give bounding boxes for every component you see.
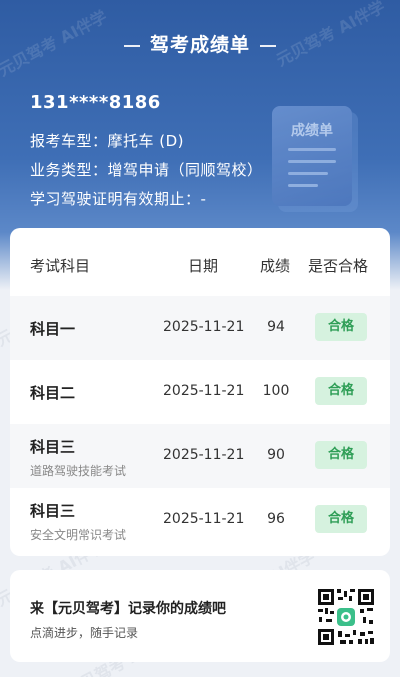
row-subject: 科目三 xyxy=(30,438,76,456)
row-score: 90 xyxy=(267,447,285,463)
row-subject: 科目三 xyxy=(30,502,76,520)
row-subject-detail: 安全文明常识考试 xyxy=(30,528,127,542)
table-row: 科目三 道路驾驶技能考试 2025-11-21 90 合格 xyxy=(10,424,390,488)
header-date: 日期 xyxy=(188,257,219,275)
qr-code-icon[interactable] xyxy=(316,587,376,647)
report-document-label: 成绩单 xyxy=(291,123,333,139)
title-dash-left xyxy=(123,44,140,47)
doc-line xyxy=(288,148,336,151)
promo-subtitle: 点滴进步，随手记录 xyxy=(30,626,139,640)
pass-badge: 合格 xyxy=(315,377,367,405)
header-score: 成绩 xyxy=(260,257,291,275)
row-score: 100 xyxy=(262,383,290,399)
pass-badge: 合格 xyxy=(315,505,367,533)
score-table-card: 考试科目 日期 成绩 是否合格 科目一 2025-11-21 94 合格 科目二… xyxy=(10,228,390,556)
title-dash-right xyxy=(260,44,276,47)
license-expiry: 学习驾驶证明有效期止：- xyxy=(30,190,207,208)
row-date: 2025-11-21 xyxy=(163,383,245,399)
promo-card[interactable]: 来【元贝驾考】记录你的成绩吧 点滴进步，随手记录 xyxy=(10,570,390,662)
phone-number: 131****8186 xyxy=(30,92,161,113)
doc-line xyxy=(288,184,318,187)
doc-line xyxy=(288,160,336,163)
row-score: 96 xyxy=(267,511,285,527)
doc-line xyxy=(288,172,328,175)
table-row: 科目一 2025-11-21 94 合格 xyxy=(10,296,390,360)
header-subject: 考试科目 xyxy=(30,257,91,275)
table-row: 科目三 安全文明常识考试 2025-11-21 96 合格 xyxy=(10,488,390,552)
row-subject: 科目二 xyxy=(30,384,76,402)
business-type: 业务类型：增驾申请（同顺驾校） xyxy=(30,161,263,179)
row-score: 94 xyxy=(267,319,285,335)
vehicle-type: 报考车型：摩托车 (D) xyxy=(30,132,185,150)
table-row: 科目二 2025-11-21 100 合格 xyxy=(10,360,390,424)
header-pass: 是否合格 xyxy=(308,257,369,275)
row-date: 2025-11-21 xyxy=(163,447,245,463)
promo-title: 来【元贝驾考】记录你的成绩吧 xyxy=(30,601,226,617)
pass-badge: 合格 xyxy=(315,313,367,341)
row-subject-detail: 道路驾驶技能考试 xyxy=(30,464,127,478)
report-document-icon: 成绩单 xyxy=(272,106,352,206)
page-title: 驾考成绩单 xyxy=(0,30,400,57)
pass-badge: 合格 xyxy=(315,441,367,469)
table-header: 考试科目 日期 成绩 是否合格 xyxy=(10,228,390,296)
page-title-text: 驾考成绩单 xyxy=(149,34,250,56)
row-date: 2025-11-21 xyxy=(163,319,245,335)
row-date: 2025-11-21 xyxy=(163,511,245,527)
row-subject: 科目一 xyxy=(30,320,76,338)
